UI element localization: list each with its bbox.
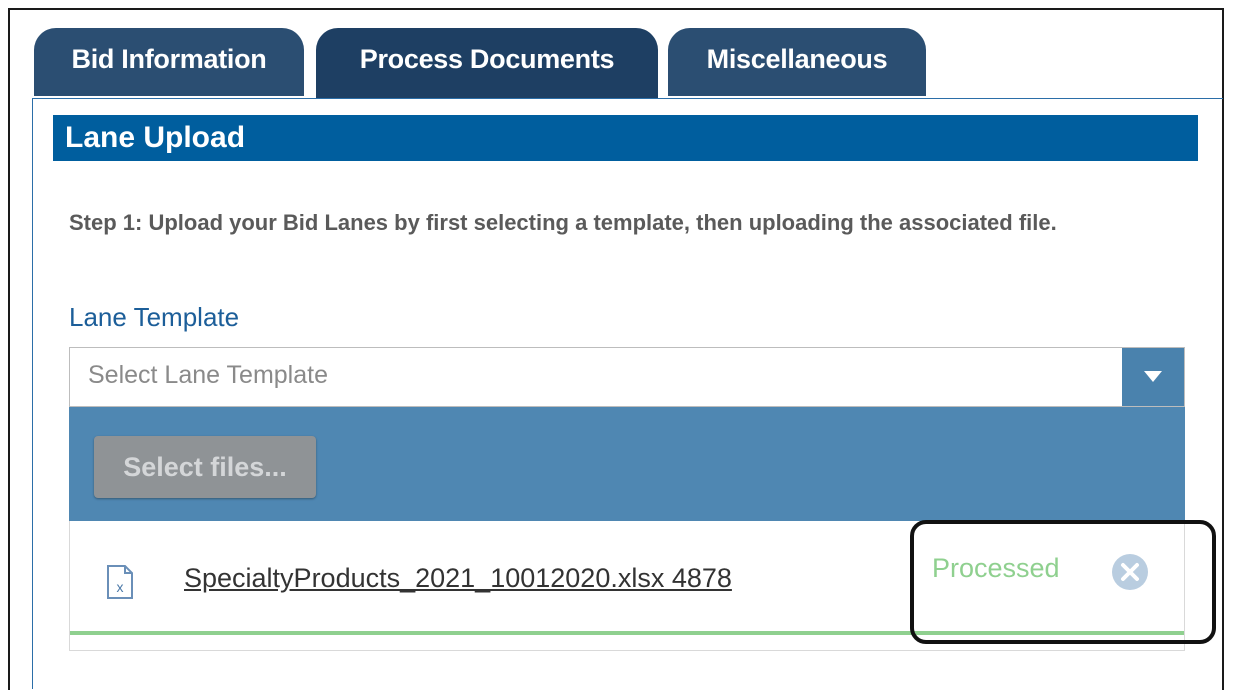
lane-template-label: Lane Template: [69, 302, 240, 332]
tab-process-documents[interactable]: Process Documents: [316, 28, 658, 98]
upload-toolbar: Select files...: [69, 407, 1185, 521]
highlight-annotation: [910, 520, 1216, 644]
section-header: Lane Upload: [53, 115, 1198, 161]
excel-file-icon: x: [106, 565, 134, 604]
lane-template-placeholder: Select Lane Template: [88, 361, 328, 389]
file-name-link[interactable]: SpecialtyProducts_2021_10012020.xlsx 487…: [184, 563, 732, 594]
lane-template-select[interactable]: Select Lane Template: [69, 347, 1185, 407]
tab-bar: Bid Information Process Documents Miscel…: [10, 10, 1222, 100]
tab-bid-information[interactable]: Bid Information: [34, 28, 304, 96]
chevron-down-icon[interactable]: [1122, 348, 1184, 406]
select-files-button[interactable]: Select files...: [94, 436, 316, 498]
svg-text:x: x: [117, 579, 124, 595]
step-instructions: Step 1: Upload your Bid Lanes by first s…: [69, 210, 1057, 235]
tab-miscellaneous[interactable]: Miscellaneous: [668, 28, 926, 96]
